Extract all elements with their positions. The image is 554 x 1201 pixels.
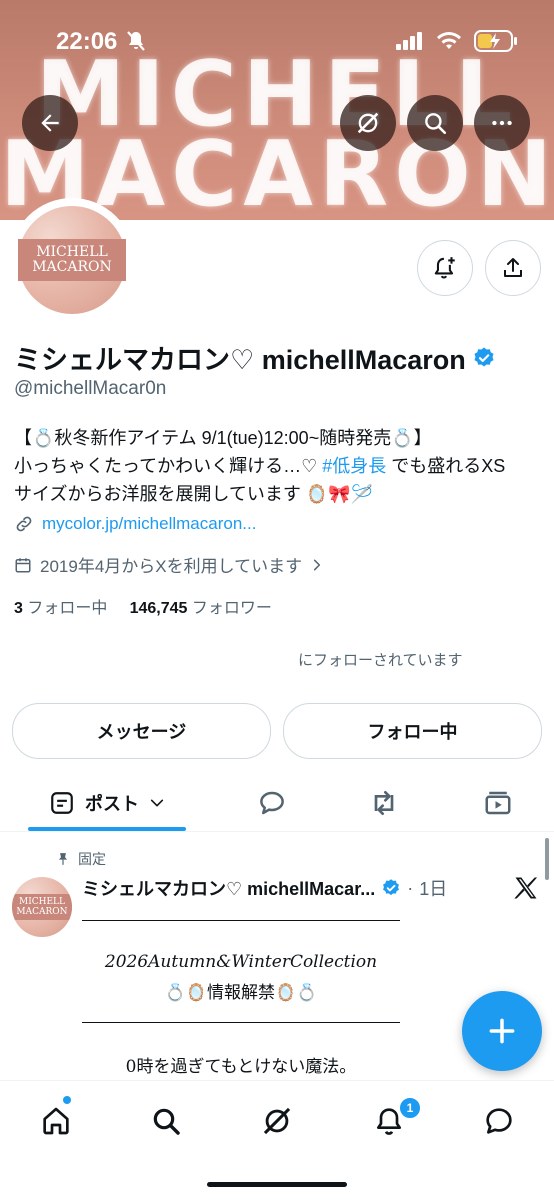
post-avatar-logo-line1: MICHELL bbox=[18, 897, 66, 907]
following-count: 3 bbox=[14, 600, 23, 617]
chevron-right-icon bbox=[314, 559, 321, 570]
bio-line2-text: 小っちゃくたってかわいく輝ける…♡ bbox=[14, 456, 323, 476]
following-button[interactable]: フォロー中 bbox=[283, 703, 542, 759]
post-time: 1日 bbox=[419, 879, 448, 899]
notify-button[interactable] bbox=[417, 240, 473, 296]
home-icon bbox=[43, 1107, 69, 1135]
posts-icon bbox=[51, 792, 73, 814]
nav-home[interactable] bbox=[36, 1101, 76, 1141]
messages-icon bbox=[486, 1108, 512, 1134]
grok-icon bbox=[263, 1107, 291, 1135]
more-icon bbox=[492, 120, 512, 126]
post-avatar-logo: MICHELL MACARON bbox=[12, 894, 72, 920]
bio-line2: 小っちゃくたってかわいく輝ける…♡ #低身長 でも盛れるXS bbox=[14, 452, 542, 480]
post-author-name[interactable]: ミシェルマカロン♡ michellMacar... bbox=[82, 875, 375, 901]
post-avatar-logo-line2: MACARON bbox=[16, 907, 68, 917]
home-indicator bbox=[207, 1182, 347, 1187]
pinned-label-row: 固定 bbox=[56, 849, 106, 869]
bio: 【💍秋冬新作アイテム 9/1(tue)12:00~随時発売💍】 小っちゃくたって… bbox=[14, 424, 542, 508]
username: @michellMacar0n bbox=[14, 378, 167, 399]
search-icon bbox=[153, 1108, 180, 1135]
display-name: ミシェルマカロン♡ michellMacaron bbox=[14, 345, 466, 375]
back-button[interactable] bbox=[22, 95, 78, 151]
silent-icon bbox=[126, 30, 146, 57]
follow-counts: 3 フォロー中 146,745 フォロワー bbox=[14, 594, 272, 618]
post-magic-line: 0時を過ぎてもとけない魔法。 bbox=[125, 1057, 357, 1077]
following-label: フォロー中 bbox=[27, 600, 108, 617]
website-link[interactable]: mycolor.jp/michellmacaron... bbox=[42, 514, 256, 534]
display-name-row: ミシェルマカロン♡ michellMacaron bbox=[14, 338, 496, 377]
wifi-icon bbox=[437, 32, 461, 49]
nav-messages[interactable] bbox=[479, 1101, 519, 1141]
video-icon bbox=[485, 791, 511, 815]
profile-tabs: ポスト bbox=[0, 775, 554, 832]
tab-media[interactable] bbox=[476, 775, 520, 831]
back-arrow-icon bbox=[41, 114, 59, 132]
x-logo-icon bbox=[512, 874, 540, 907]
active-tab-indicator bbox=[28, 827, 186, 831]
status-icons bbox=[396, 30, 518, 52]
search-button[interactable] bbox=[407, 95, 463, 151]
scrollbar[interactable] bbox=[545, 838, 549, 880]
message-button[interactable]: メッセージ bbox=[12, 703, 271, 759]
post-author-avatar[interactable]: MICHELL MACARON bbox=[12, 877, 72, 937]
post-divider-top bbox=[82, 920, 400, 921]
post-announce-line: 💍🪞情報解禁🪞💍 bbox=[164, 983, 318, 1002]
more-button[interactable] bbox=[474, 95, 530, 151]
share-button[interactable] bbox=[485, 240, 541, 296]
avatar-image: MICHELL MACARON bbox=[18, 206, 126, 314]
status-time: 22:06 bbox=[56, 28, 118, 55]
bio-line1: 【💍秋冬新作アイテム 9/1(tue)12:00~随時発売💍】 bbox=[14, 428, 432, 448]
link-icon bbox=[16, 516, 32, 532]
nav-search[interactable] bbox=[146, 1101, 186, 1141]
followers-count: 146,745 bbox=[129, 600, 188, 617]
grok-icon bbox=[357, 112, 379, 134]
compose-button[interactable] bbox=[462, 991, 542, 1071]
verified-icon bbox=[474, 347, 494, 366]
post-divider-bottom bbox=[82, 1022, 400, 1023]
tab-posts-label: ポスト bbox=[85, 794, 139, 814]
reply-icon bbox=[260, 791, 284, 815]
avatar-logo-line2: MACARON bbox=[32, 259, 112, 275]
bio-line2-text-end: でも盛れるXS bbox=[386, 456, 506, 476]
plus-icon bbox=[489, 1018, 515, 1044]
cellular-signal-icon bbox=[396, 32, 422, 50]
share-icon bbox=[504, 258, 522, 277]
website-row: mycolor.jp/michellmacaron... bbox=[14, 514, 256, 534]
chevron-down-icon bbox=[150, 799, 164, 807]
tab-replies[interactable] bbox=[250, 775, 294, 831]
joined-row[interactable]: 2019年4月からXを利用しています bbox=[14, 552, 324, 577]
notification-badge: 1 bbox=[398, 1096, 422, 1120]
bio-line3: サイズからお洋服を展開しています 🪞🎀🪡 bbox=[14, 484, 374, 504]
post-header: ミシェルマカロン♡ michellMacar... · 1日 bbox=[82, 875, 447, 901]
profile-avatar[interactable]: MICHELL MACARON bbox=[10, 198, 134, 322]
repost-icon bbox=[374, 791, 394, 815]
battery-charging-icon bbox=[474, 30, 517, 52]
verified-icon bbox=[383, 879, 400, 896]
hashtag-link[interactable]: #低身長 bbox=[322, 456, 386, 476]
tab-reposts[interactable] bbox=[362, 775, 406, 831]
tab-posts[interactable]: ポスト bbox=[28, 775, 186, 831]
followers-count-link[interactable]: 146,745 フォロワー bbox=[130, 600, 272, 617]
post-collection-line: 2026Autumn&WinterCollection bbox=[104, 952, 378, 972]
followers-label: フォロワー bbox=[191, 600, 272, 617]
joined-date: 2019年4月からXを利用しています bbox=[40, 557, 303, 576]
followed-by-text[interactable]: にフォローされています bbox=[298, 649, 463, 670]
grok-button[interactable] bbox=[340, 95, 396, 151]
following-count-link[interactable]: 3 フォロー中 bbox=[14, 600, 107, 617]
home-unread-dot bbox=[63, 1096, 71, 1104]
notification-bell-icon bbox=[434, 257, 455, 279]
avatar-logo: MICHELL MACARON bbox=[18, 239, 126, 281]
calendar-icon bbox=[15, 557, 31, 572]
avatar-logo-line1: MICHELL bbox=[36, 244, 108, 260]
pin-icon bbox=[58, 853, 68, 865]
search-icon bbox=[425, 113, 447, 135]
nav-grok[interactable] bbox=[257, 1101, 297, 1141]
pinned-label: 固定 bbox=[78, 851, 106, 867]
